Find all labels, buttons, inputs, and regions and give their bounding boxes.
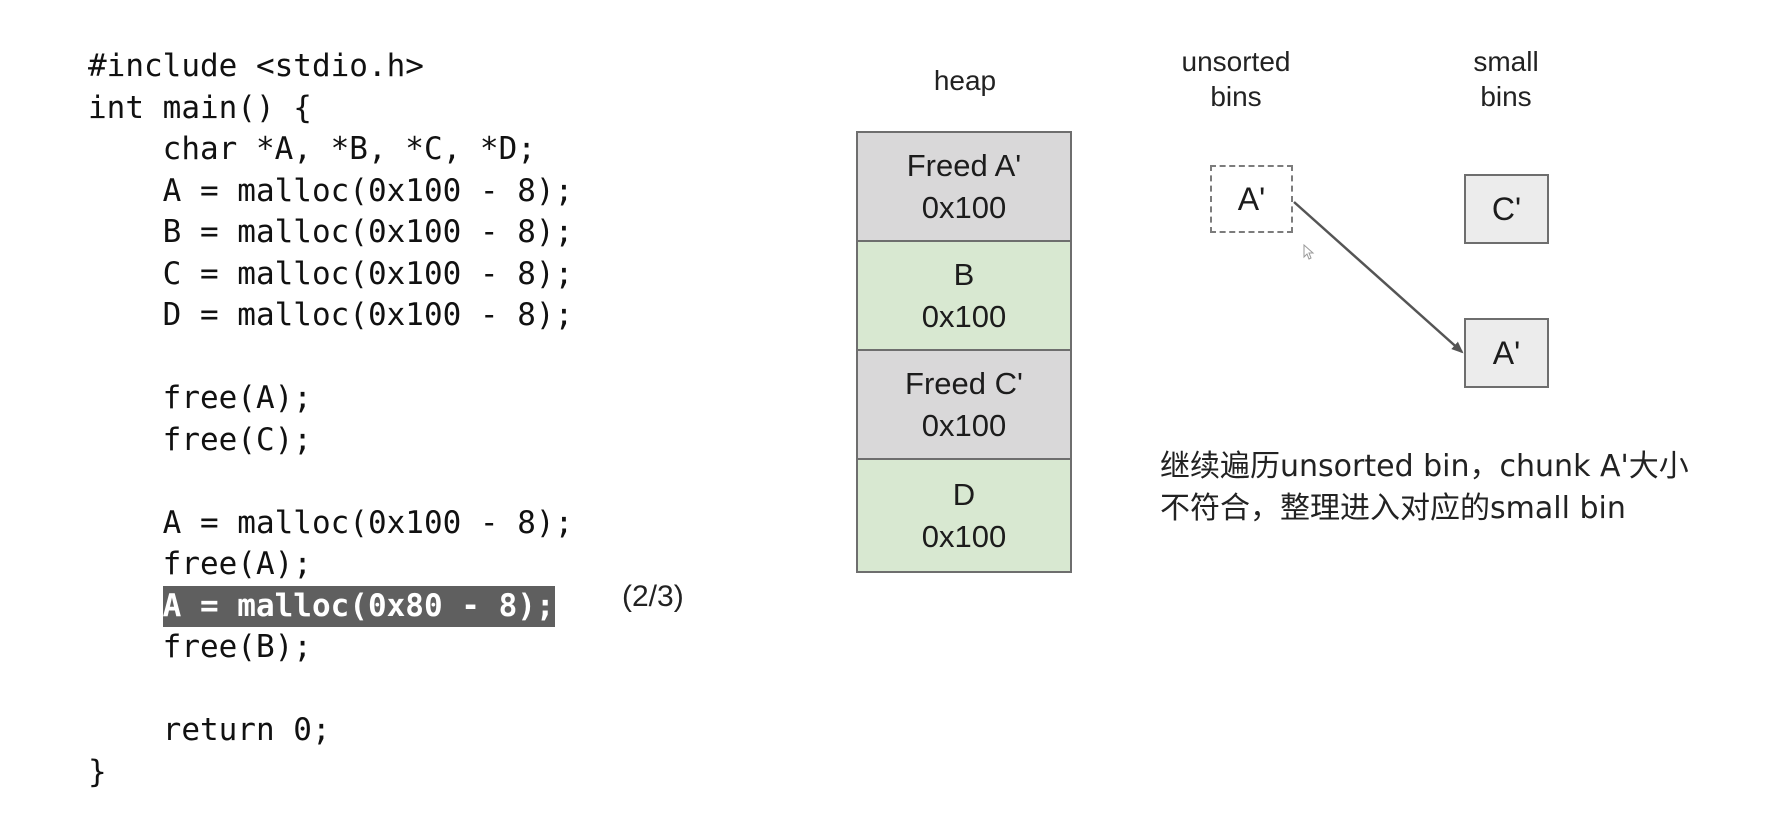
move-arrow	[1293, 201, 1464, 354]
move-arrow-layer	[1293, 201, 1464, 354]
mouse-cursor-icon	[1303, 244, 1315, 260]
description-text: 继续遍历unsorted bin，chunk A'大小不符合，整理进入对应的sm…	[1160, 449, 1689, 526]
